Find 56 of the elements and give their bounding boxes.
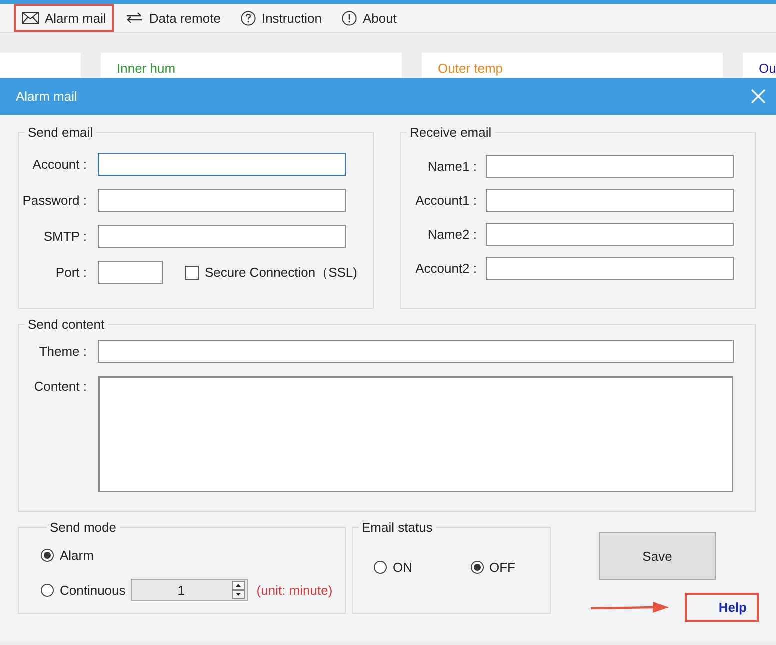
- radio-label: Continuous: [60, 582, 126, 598]
- field-label: Name1 :: [426, 159, 477, 174]
- group-title: Send mode: [49, 520, 118, 535]
- spinner-arrows-icon[interactable]: [232, 581, 245, 599]
- unit-note: (unit: minute): [256, 582, 333, 598]
- info-icon: [342, 10, 357, 26]
- toolbar-button[interactable]: Data remote: [118, 4, 229, 32]
- dialog-title: Alarm mail: [16, 89, 78, 104]
- field-label: Account2 :: [414, 261, 477, 276]
- group-title: Email status: [361, 520, 434, 535]
- field-label: Theme :: [38, 344, 87, 359]
- field-label: Password :: [22, 193, 87, 208]
- text-field[interactable]: [486, 189, 734, 212]
- radio-option[interactable]: Continuous: [41, 582, 126, 598]
- content-field[interactable]: [98, 376, 733, 492]
- card-title: Outer temp: [438, 61, 504, 76]
- radio-label: Alarm: [60, 548, 94, 562]
- radio-button[interactable]: [41, 548, 54, 562]
- toolbar-button[interactable]: About: [334, 4, 405, 32]
- radio-label: OFF: [490, 560, 516, 575]
- envelope-icon: [22, 12, 39, 24]
- radio-option[interactable]: ON: [374, 560, 412, 575]
- interval-spinner[interactable]: 1: [130, 579, 248, 601]
- text-field[interactable]: [486, 257, 734, 280]
- field-label: Account :: [32, 157, 87, 172]
- text-field[interactable]: [98, 225, 346, 248]
- close-icon[interactable]: [751, 89, 766, 104]
- text-field[interactable]: [98, 153, 346, 176]
- radio-option[interactable]: OFF: [470, 560, 516, 575]
- help-icon: [240, 10, 256, 26]
- text-field[interactable]: [98, 189, 346, 212]
- checkbox[interactable]: [185, 266, 199, 280]
- field-label: Port :: [54, 265, 87, 280]
- radio-button[interactable]: [470, 561, 484, 574]
- field-label: SMTP :: [42, 229, 87, 244]
- group-title: Receive email: [409, 125, 493, 140]
- radio-button[interactable]: [41, 584, 54, 596]
- help-link[interactable]: Help: [685, 593, 759, 622]
- field-label: Name2 :: [426, 227, 477, 242]
- card-title: Inner hum: [117, 61, 176, 76]
- field-label: Account1 :: [414, 193, 477, 208]
- group-title: Send email: [27, 125, 94, 140]
- port-field[interactable]: [98, 261, 163, 284]
- radio-option[interactable]: Alarm: [41, 548, 94, 562]
- toolbar-button[interactable]: Alarm mail: [14, 4, 114, 32]
- save-button[interactable]: Save: [599, 532, 716, 580]
- arrows-icon: [126, 12, 144, 24]
- field-label: Content :: [33, 379, 87, 394]
- radio-label: ON: [393, 560, 412, 575]
- toolbar-button[interactable]: Instruction: [232, 4, 330, 32]
- theme-field[interactable]: [98, 340, 734, 363]
- text-field[interactable]: [486, 155, 734, 178]
- group-title: Send content: [27, 317, 106, 332]
- radio-button[interactable]: [374, 561, 387, 574]
- card-title: Ou: [759, 61, 776, 76]
- text-field[interactable]: [486, 223, 734, 246]
